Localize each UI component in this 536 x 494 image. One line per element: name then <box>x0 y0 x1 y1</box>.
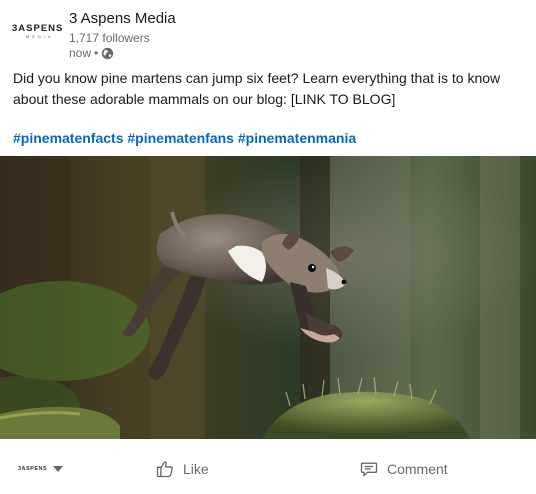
logo-subtitle: MEDIA <box>26 34 54 39</box>
logo-wordmark: 3ASPENS <box>12 23 64 34</box>
speech-bubble-icon <box>360 462 378 477</box>
thumbs-up-icon <box>156 461 173 478</box>
post-header: 3ASPENS MEDIA 3 Aspens Media 1,717 follo… <box>0 0 536 66</box>
hashtag-link[interactable]: #pinematenfans <box>127 130 234 146</box>
timestamp-separator: • <box>94 46 99 60</box>
post-image[interactable] <box>0 156 536 439</box>
post-body-text: Did you know pine martens can jump six f… <box>13 70 501 107</box>
hashtag-link[interactable]: #pinematenmania <box>238 130 356 146</box>
globe-icon <box>102 47 114 59</box>
post-as-switcher[interactable]: 3ASPENS <box>18 458 64 480</box>
comment-button[interactable]: Comment <box>359 456 448 482</box>
caret-down-icon <box>53 466 64 472</box>
company-name[interactable]: 3 Aspens Media <box>69 10 176 27</box>
follower-count: 1,717 followers <box>69 31 150 45</box>
post-timestamp-row: now • <box>69 46 114 60</box>
like-button[interactable]: Like <box>155 456 209 482</box>
comment-label: Comment <box>387 461 448 477</box>
hashtag-row: #pinematenfacts #pinematenfans #pinemate… <box>13 128 356 149</box>
post-action-bar: 3ASPENS Like Comment <box>0 446 536 494</box>
like-label: Like <box>183 461 209 477</box>
post-timestamp: now <box>69 46 92 60</box>
hashtag-link[interactable]: #pinematenfacts <box>13 130 123 146</box>
company-logo[interactable]: 3ASPENS MEDIA <box>12 24 64 46</box>
actor-logo: 3ASPENS <box>18 466 48 472</box>
